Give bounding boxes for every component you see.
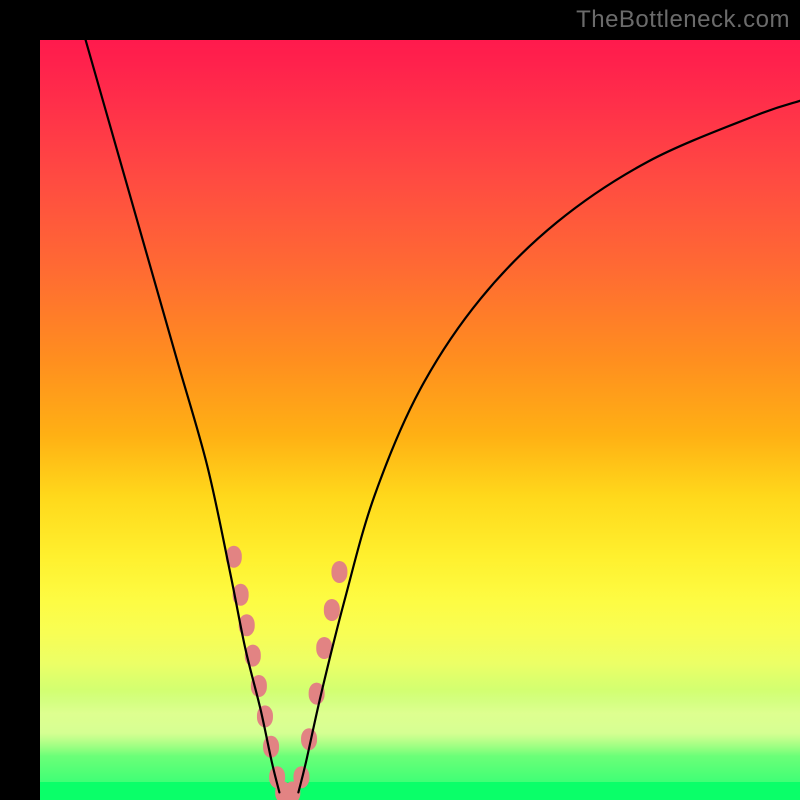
marker-group	[226, 546, 348, 800]
right-curve	[298, 101, 800, 793]
marker-point	[331, 561, 347, 583]
plot-area	[40, 40, 800, 800]
curves-svg	[40, 40, 800, 800]
marker-point	[324, 599, 340, 621]
chart-canvas: TheBottleneck.com	[0, 0, 800, 800]
left-curve	[86, 40, 280, 792]
watermark-text: TheBottleneck.com	[576, 6, 790, 34]
